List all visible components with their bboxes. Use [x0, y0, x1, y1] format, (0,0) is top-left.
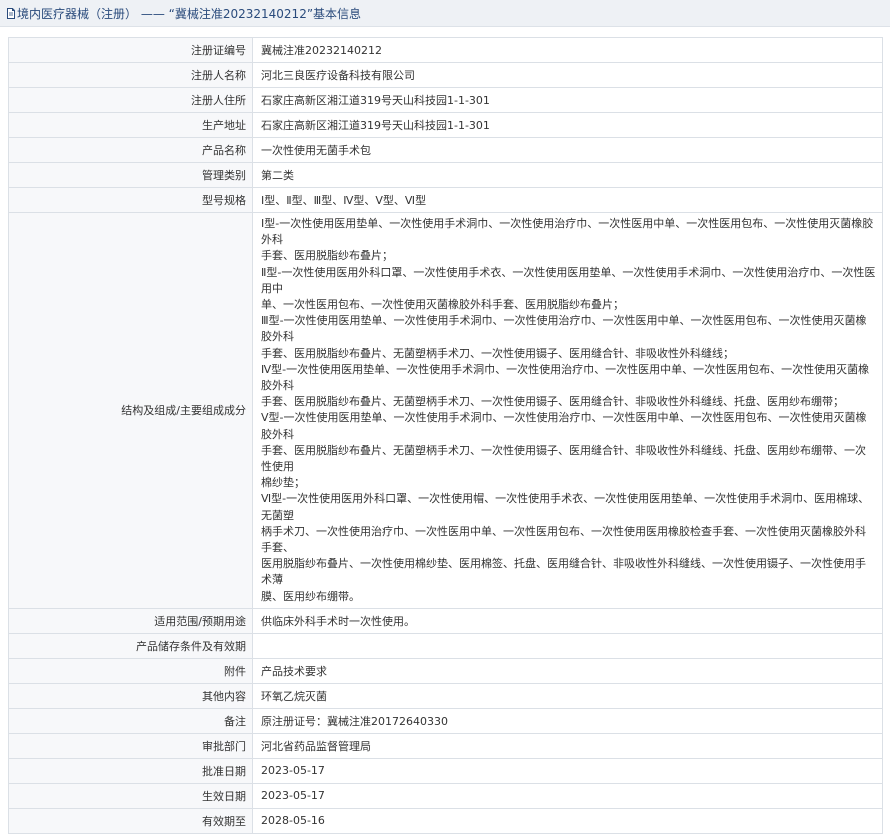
composition-line: 手套、医用脱脂纱布叠片、无菌塑柄手术刀、一次性使用镊子、医用缝合针、非吸收性外科… — [261, 346, 734, 360]
table-row: 生效日期 2023-05-17 — [8, 782, 883, 809]
table-row: 注册证编号 冀械注准20232140212 — [8, 37, 883, 63]
table-row-composition: 结构及组成/主要组成成分 Ⅰ型-一次性使用医用垫单、一次性使用手术洞巾、一次性使… — [8, 212, 883, 609]
table-row: 批准日期 2023-05-17 — [8, 757, 883, 784]
row-label: 附件 — [8, 657, 253, 684]
row-value: 产品技术要求 — [252, 657, 883, 684]
row-label: 注册人住所 — [8, 87, 253, 113]
composition-line: Ⅲ型-一次性使用医用垫单、一次性使用手术洞巾、一次性使用治疗巾、一次性医用中单、… — [261, 314, 867, 344]
table-row: 产品名称 一次性使用无菌手术包 — [8, 137, 883, 163]
composition-line: Ⅵ型-一次性使用医用外科口罩、一次性使用帽、一次性使用手术衣、一次性使用医用垫单… — [261, 492, 870, 522]
row-label: 产品储存条件及有效期 — [8, 632, 253, 659]
table-row: 生产地址 石家庄高新区湘江道319号天山科技园1-1-301 — [8, 112, 883, 138]
composition-line: Ⅴ型-一次性使用医用垫单、一次性使用手术洞巾、一次性使用治疗巾、一次性医用中单、… — [261, 411, 867, 441]
page-header: 境内医疗器械（注册） —— “冀械注准20232140212”基本信息 — [0, 0, 890, 27]
table-row: 备注 原注册证号：冀械注准20172640330 — [8, 707, 883, 734]
row-label: 批准日期 — [8, 757, 253, 784]
table-row: 其他内容 环氧乙烷灭菌 — [8, 682, 883, 709]
device-info-table: 注册证编号 冀械注准20232140212 注册人名称 河北三良医疗设备科技有限公司注… — [8, 37, 883, 834]
row-value: 原注册证号：冀械注准20172640330 — [252, 707, 883, 734]
row-value: 一次性使用无菌手术包 — [252, 137, 883, 163]
row-value — [252, 632, 883, 659]
row-value: 2023-05-17 — [252, 782, 883, 809]
composition-value: Ⅰ型-一次性使用医用垫单、一次性使用手术洞巾、一次性使用治疗巾、一次性医用中单、… — [252, 212, 883, 609]
composition-line: 棉纱垫； — [261, 476, 305, 490]
row-value: 石家庄高新区湘江道319号天山科技园1-1-301 — [252, 112, 883, 138]
row-value: 2028-05-16 — [252, 807, 883, 834]
row-label: 审批部门 — [8, 732, 253, 759]
row-label: 型号规格 — [8, 187, 253, 213]
row-value: 2023-05-17 — [252, 757, 883, 784]
composition-line: Ⅰ型-一次性使用医用垫单、一次性使用手术洞巾、一次性使用治疗巾、一次性医用中单、… — [261, 217, 874, 247]
table-row: 管理类别 第二类 — [8, 162, 883, 188]
table-row: 附件 产品技术要求 — [8, 657, 883, 684]
composition-line: 单、一次性医用包布、一次性使用灭菌橡胶外科手套、医用脱脂纱布叠片； — [261, 298, 624, 312]
table-row: 有效期至 2028-05-16 — [8, 807, 883, 834]
row-label: 管理类别 — [8, 162, 253, 188]
row-value: 河北省药品监督管理局 — [252, 732, 883, 759]
row-value: 石家庄高新区湘江道319号天山科技园1-1-301 — [252, 87, 883, 113]
row-label: 有效期至 — [8, 807, 253, 834]
row-label: 生效日期 — [8, 782, 253, 809]
table-row: 适用范围/预期用途 供临床外科手术时一次性使用。 — [8, 607, 883, 634]
row-value: 环氧乙烷灭菌 — [252, 682, 883, 709]
row-label: 生产地址 — [8, 112, 253, 138]
composition-line: Ⅱ型-一次性使用医用外科口罩、一次性使用手术衣、一次性使用医用垫单、一次性使用手… — [261, 265, 876, 295]
row-value: 第二类 — [252, 162, 883, 188]
row-value: 供临床外科手术时一次性使用。 — [252, 607, 883, 634]
table-row: 产品储存条件及有效期 — [8, 632, 883, 659]
composition-line: 柄手术刀、一次性使用治疗巾、一次性医用中单、一次性医用包布、一次性使用医用橡胶检… — [261, 524, 866, 555]
composition-line: 手套、医用脱脂纱布叠片、无菌塑柄手术刀、一次性使用镊子、医用缝合针、非吸收性外科… — [261, 395, 844, 409]
composition-line: 膜、医用纱布绷带。 — [261, 589, 360, 603]
table-row: 注册人名称 河北三良医疗设备科技有限公司 — [8, 62, 883, 88]
composition-line: 手套、医用脱脂纱布叠片、无菌塑柄手术刀、一次性使用镊子、医用缝合针、非吸收性外科… — [261, 443, 866, 474]
table-row: 注册人住所 石家庄高新区湘江道319号天山科技园1-1-301 — [8, 87, 883, 113]
row-label: 注册证编号 — [8, 37, 253, 63]
row-label: 其他内容 — [8, 682, 253, 709]
row-label: 结构及组成/主要组成成分 — [8, 212, 253, 609]
composition-line: 手套、医用脱脂纱布叠片； — [261, 249, 393, 263]
row-label: 产品名称 — [8, 137, 253, 163]
row-value: 河北三良医疗设备科技有限公司 — [252, 62, 883, 88]
document-icon — [7, 7, 15, 19]
row-label: 备注 — [8, 707, 253, 734]
row-label: 注册人名称 — [8, 62, 253, 88]
table-row: 型号规格 Ⅰ型、Ⅱ型、Ⅲ型、Ⅳ型、Ⅴ型、Ⅵ型 — [8, 187, 883, 213]
composition-line: Ⅳ型-一次性使用医用垫单、一次性使用手术洞巾、一次性使用治疗巾、一次性医用中单、… — [261, 362, 870, 393]
row-value: Ⅰ型、Ⅱ型、Ⅲ型、Ⅳ型、Ⅴ型、Ⅵ型 — [252, 187, 883, 213]
table-row: 审批部门 河北省药品监督管理局 — [8, 732, 883, 759]
composition-line: 医用脱脂纱布叠片、一次性使用棉纱垫、医用棉签、托盘、医用缝合针、非吸收性外科缝线… — [261, 557, 866, 587]
page-title: 境内医疗器械（注册） —— “冀械注准20232140212”基本信息 — [17, 6, 362, 21]
row-value: 冀械注准20232140212 — [252, 37, 883, 63]
row-label: 适用范围/预期用途 — [8, 607, 253, 634]
